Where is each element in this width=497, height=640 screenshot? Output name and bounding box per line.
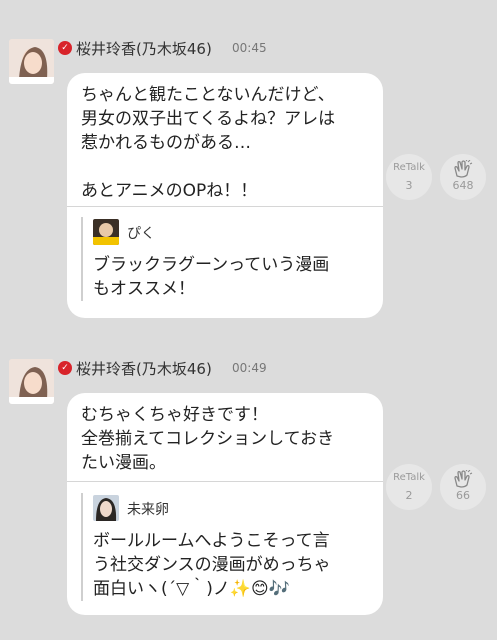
message-text: ちゃんと観たことないんだけど、 男女の双子出てくるよね？アレは 惹かれるものがあ… bbox=[81, 85, 336, 201]
message-bubble: むちゃくちゃ好きです！ 全巻揃えてコレクションしておき たい漫画。 未来卵 ボー… bbox=[67, 393, 383, 615]
retalk-count: 2 bbox=[405, 489, 413, 502]
clap-count: 648 bbox=[452, 179, 474, 192]
retalk-label: ReTalk bbox=[393, 162, 425, 173]
clap-button[interactable]: 648 bbox=[440, 154, 486, 200]
retalk-count: 3 bbox=[405, 179, 413, 192]
quote-author-avatar bbox=[93, 219, 119, 245]
bubble-divider bbox=[67, 206, 383, 207]
quoted-message[interactable]: 未来卵 ボールルームへようこそって言 う社交ダンスの漫画がめっちゃ 面白いヽ(´… bbox=[81, 493, 373, 601]
author-avatar[interactable] bbox=[9, 39, 54, 84]
clap-hands-icon bbox=[453, 159, 473, 181]
author-name[interactable]: 桜井玲香(乃木坂46) bbox=[76, 38, 212, 59]
message-bubble: ちゃんと観たことないんだけど、 男女の双子出てくるよね？アレは 惹かれるものがあ… bbox=[67, 73, 383, 318]
quote-author-name: 未来卵 bbox=[127, 502, 169, 518]
quote-text: ブラックラグーンっていう漫画 もオススメ！ bbox=[93, 255, 330, 299]
quote-author-name: ぴく bbox=[127, 226, 155, 242]
message-text: むちゃくちゃ好きです！ 全巻揃えてコレクションしておき たい漫画。 bbox=[81, 405, 335, 473]
clap-hands-icon bbox=[453, 469, 473, 491]
quote-text: ボールルームへようこそって言 う社交ダンスの漫画がめっちゃ 面白いヽ(´▽｀)ノ… bbox=[93, 531, 331, 599]
retalk-label: ReTalk bbox=[393, 472, 425, 483]
verified-check-icon: ✓ bbox=[58, 361, 72, 375]
author-name[interactable]: 桜井玲香(乃木坂46) bbox=[76, 358, 212, 379]
quoted-message[interactable]: ぴく ブラックラグーンっていう漫画 もオススメ！ bbox=[81, 217, 373, 301]
verified-check-icon: ✓ bbox=[58, 41, 72, 55]
author-avatar[interactable] bbox=[9, 359, 54, 404]
post-time: 00:49 bbox=[232, 361, 267, 375]
retalk-button[interactable]: ReTalk 3 bbox=[386, 154, 432, 200]
bubble-divider bbox=[67, 481, 383, 482]
clap-count: 66 bbox=[456, 489, 470, 502]
clap-button[interactable]: 66 bbox=[440, 464, 486, 510]
retalk-button[interactable]: ReTalk 2 bbox=[386, 464, 432, 510]
post-time: 00:45 bbox=[232, 41, 267, 55]
quote-author-avatar bbox=[93, 495, 119, 521]
